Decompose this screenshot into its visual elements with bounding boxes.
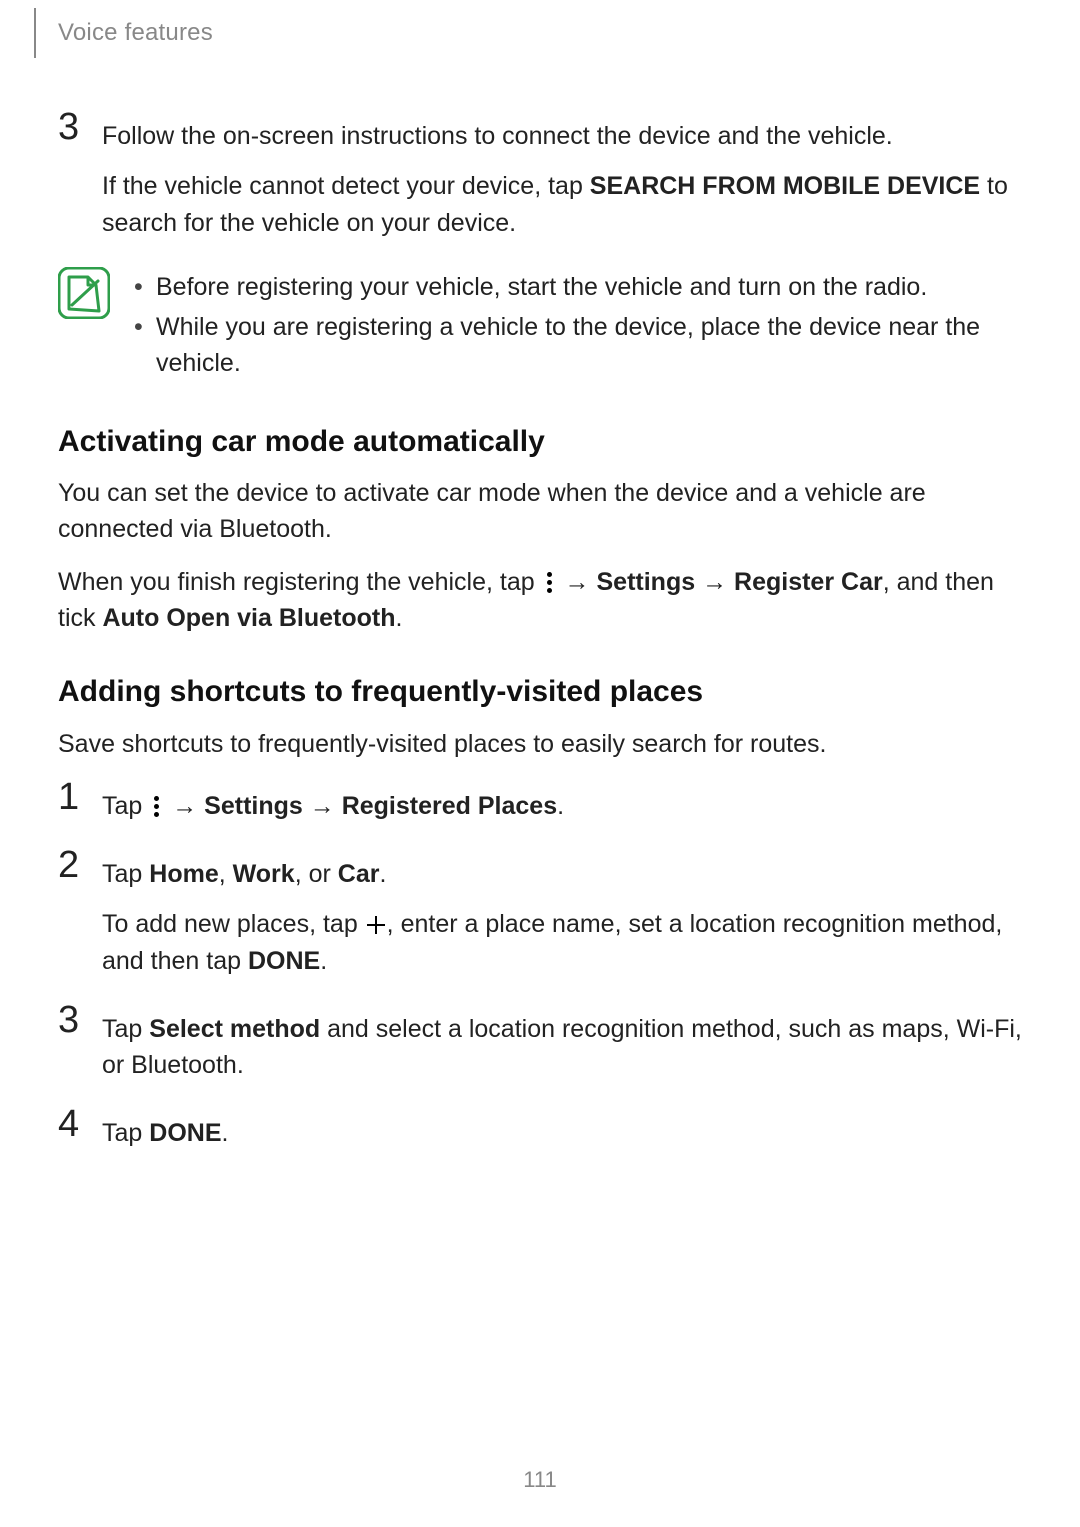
text: , (219, 860, 233, 888)
step-4-text: Tap DONE. (102, 1115, 1028, 1151)
arrow: → (558, 568, 597, 596)
text: When you finish registering the vehicle,… (58, 568, 542, 596)
step-2-line1: Tap Home, Work, or Car. (102, 856, 1028, 892)
text: , or (295, 860, 338, 888)
settings-label: Settings (204, 792, 303, 820)
step-2: 2 Tap Home, Work, or Car. To add new pla… (58, 846, 1028, 993)
step-number: 2 (58, 846, 102, 884)
note-block: Before registering your vehicle, start t… (58, 265, 1028, 386)
settings-label: Settings (597, 568, 696, 596)
heading-activating: Activating car mode automatically (58, 420, 1028, 464)
home-label: Home (149, 860, 218, 888)
step-number: 4 (58, 1105, 102, 1143)
text: . (396, 604, 403, 632)
header-rule (34, 8, 36, 58)
step-number: 3 (58, 1001, 102, 1039)
page-number: 111 (0, 1467, 1080, 1493)
text: Tap (102, 792, 149, 820)
step-3-body: Follow the on-screen instructions to con… (102, 108, 1028, 255)
step-3: 3 Follow the on-screen instructions to c… (58, 108, 1028, 255)
arrow: → (695, 568, 734, 596)
step-4-body: Tap DONE. (102, 1105, 1028, 1165)
more-options-icon (151, 795, 163, 817)
content-body: 3 Follow the on-screen instructions to c… (58, 100, 1028, 1170)
search-from-mobile-device-label: SEARCH FROM MOBILE DEVICE (590, 172, 980, 200)
more-options-icon (544, 571, 556, 593)
note-item: While you are registering a vehicle to t… (130, 309, 1028, 382)
arrow: → (165, 792, 204, 820)
register-car-label: Register Car (734, 568, 883, 596)
step-3-line1: Follow the on-screen instructions to con… (102, 118, 1028, 154)
text: . (557, 792, 564, 820)
step-number: 1 (58, 778, 102, 816)
arrow: → (303, 792, 342, 820)
step-3b-body: Tap Select method and select a location … (102, 1001, 1028, 1098)
note-list: Before registering your vehicle, start t… (130, 265, 1028, 386)
text: Tap (102, 1119, 149, 1147)
select-method-label: Select method (149, 1015, 320, 1043)
text: . (320, 947, 327, 975)
step-number: 3 (58, 108, 102, 146)
text: To add new places, tap (102, 910, 365, 938)
text: Tap (102, 1015, 149, 1043)
plus-icon (366, 915, 386, 935)
step-1: 1 Tap → Settings → Registered Places. (58, 778, 1028, 838)
adding-intro: Save shortcuts to frequently-visited pla… (58, 726, 1028, 762)
step-2-line2: To add new places, tap , enter a place n… (102, 906, 1028, 979)
text: Tap (102, 860, 149, 888)
done-label: DONE (248, 947, 320, 975)
step-1-text: Tap → Settings → Registered Places. (102, 788, 1028, 824)
note-icon (58, 267, 110, 319)
car-label: Car (338, 860, 380, 888)
work-label: Work (233, 860, 295, 888)
activating-para2: When you finish registering the vehicle,… (58, 564, 1028, 637)
text: . (222, 1119, 229, 1147)
text: . (379, 860, 386, 888)
registered-places-label: Registered Places (342, 792, 557, 820)
header-section-label: Voice features (58, 19, 213, 47)
step-3b-text: Tap Select method and select a location … (102, 1011, 1028, 1084)
header: Voice features (34, 0, 213, 66)
step-3b: 3 Tap Select method and select a locatio… (58, 1001, 1028, 1098)
activating-para1: You can set the device to activate car m… (58, 475, 1028, 548)
step-2-body: Tap Home, Work, or Car. To add new place… (102, 846, 1028, 993)
step-4: 4 Tap DONE. (58, 1105, 1028, 1165)
step-1-body: Tap → Settings → Registered Places. (102, 778, 1028, 838)
heading-adding: Adding shortcuts to frequently-visited p… (58, 670, 1028, 714)
text: If the vehicle cannot detect your device… (102, 172, 590, 200)
step-3-line2: If the vehicle cannot detect your device… (102, 168, 1028, 241)
auto-open-label: Auto Open via Bluetooth (102, 604, 395, 632)
page: Voice features 3 Follow the on-screen in… (0, 0, 1080, 1527)
note-item: Before registering your vehicle, start t… (130, 269, 1028, 305)
done-label: DONE (149, 1119, 221, 1147)
